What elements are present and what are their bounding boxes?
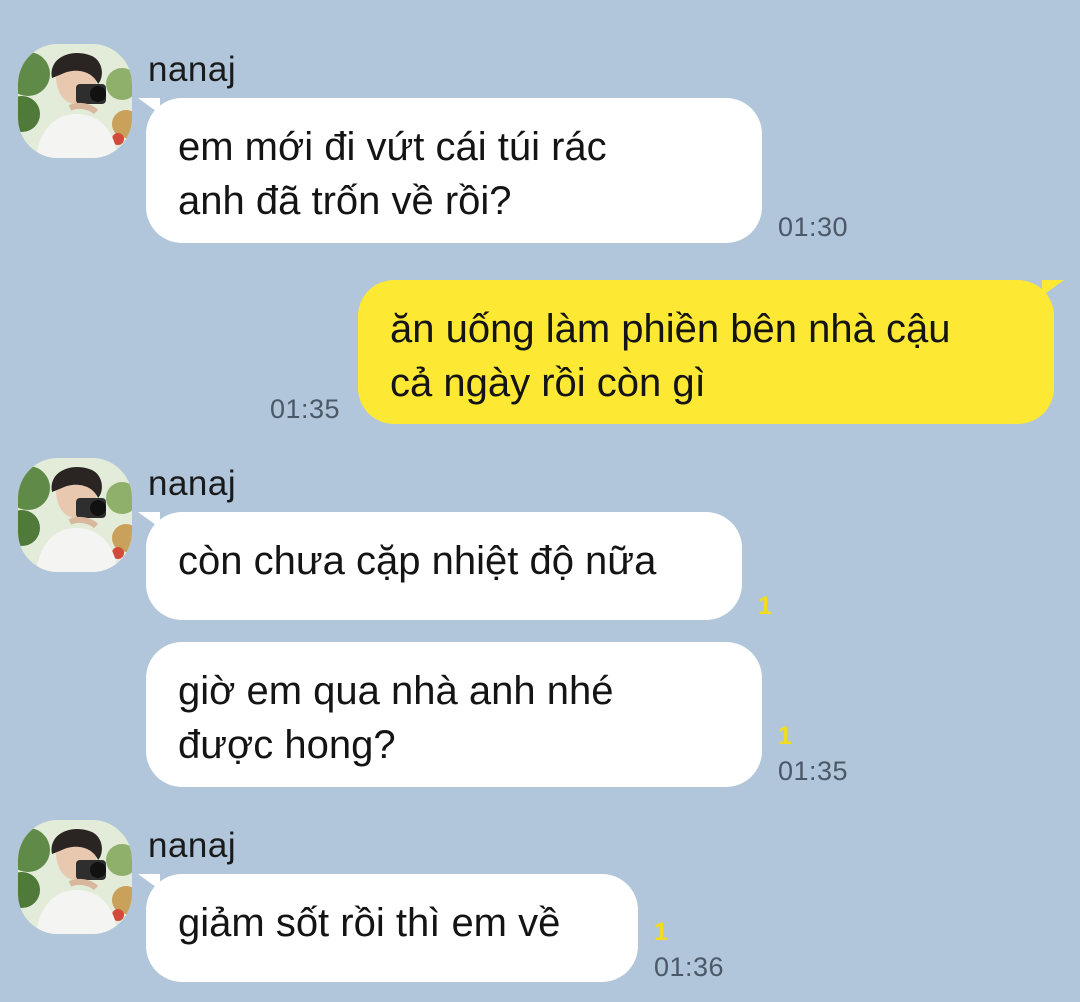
- sender-name: nanaj: [148, 50, 237, 89]
- unread-count: 1: [778, 722, 792, 750]
- avatar-photo: [18, 44, 132, 158]
- message-text-line: giảm sốt rồi thì em về: [178, 901, 561, 945]
- message-time: 01:36: [654, 952, 725, 982]
- message-bubble[interactable]: giảm sốt rồi thì em về: [146, 874, 638, 982]
- chat-view: nanaj em mới đi vứt cái túi rác anh đã t…: [0, 0, 1080, 1002]
- message-text-line: còn chưa cặp nhiệt độ nữa: [178, 539, 657, 583]
- message-bubble[interactable]: giờ em qua nhà anh nhé được hong?: [146, 642, 762, 787]
- message-time: 01:30: [778, 212, 849, 242]
- bubble-tail: [1042, 280, 1064, 296]
- message-text-line: ăn uống làm phiền bên nhà cậu: [390, 307, 951, 351]
- avatar[interactable]: [18, 458, 132, 572]
- message-time: 01:35: [270, 394, 341, 424]
- avatar[interactable]: [18, 820, 132, 934]
- avatar[interactable]: [18, 44, 132, 158]
- unread-count: 1: [758, 592, 772, 620]
- message-text-line: em mới đi vứt cái túi rác: [178, 125, 607, 169]
- message-bubble[interactable]: còn chưa cặp nhiệt độ nữa: [146, 512, 742, 620]
- sender-name: nanaj: [148, 826, 237, 865]
- message-text-line: cả ngày rồi còn gì: [390, 361, 706, 405]
- message-time: 01:35: [778, 756, 849, 786]
- message-bubble[interactable]: em mới đi vứt cái túi rác anh đã trốn về…: [146, 98, 762, 243]
- avatar-photo: [18, 458, 132, 572]
- message-text-line: được hong?: [178, 723, 396, 767]
- avatar-photo: [18, 820, 132, 934]
- message-text-line: anh đã trốn về rồi?: [178, 179, 512, 223]
- message-text-line: giờ em qua nhà anh nhé: [178, 669, 614, 713]
- unread-count: 1: [654, 918, 668, 946]
- message-bubble[interactable]: ăn uống làm phiền bên nhà cậu cả ngày rồ…: [358, 280, 1054, 424]
- sender-name: nanaj: [148, 464, 237, 503]
